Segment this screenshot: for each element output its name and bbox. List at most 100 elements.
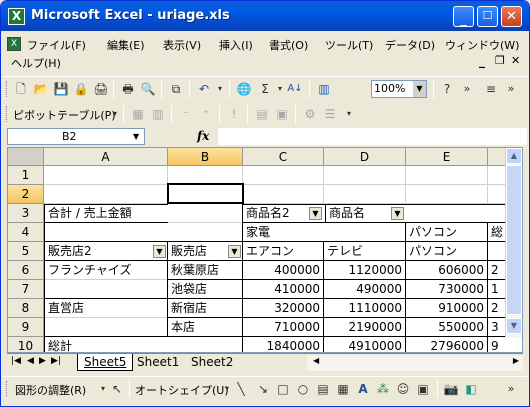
cell-f10[interactable]: 9 xyxy=(488,337,507,352)
column-header-a[interactable]: A xyxy=(44,148,168,166)
name-box[interactable]: B2 xyxy=(7,128,145,145)
cell-a3[interactable]: 合計 / 売上金額 xyxy=(45,204,167,223)
save-icon[interactable]: 💾 xyxy=(53,81,69,97)
name-box-dropdown-icon[interactable]: ▼ xyxy=(133,128,139,145)
cell-e9[interactable]: 550000 xyxy=(406,318,487,337)
horizontal-scrollbar[interactable]: ◀ ▶ xyxy=(307,355,523,371)
toolbar-options-icon[interactable]: » xyxy=(459,81,475,97)
title-bar[interactable]: X Microsoft Excel - uriage.xls _ ☐ ✕ xyxy=(1,1,529,31)
wordart-icon[interactable]: ▦ xyxy=(335,381,351,397)
scroll-up-icon[interactable]: ▲ xyxy=(506,148,522,164)
cell-e4[interactable]: パソコン xyxy=(406,223,487,242)
show-detail-icon[interactable]: ⁺ xyxy=(198,106,214,122)
doc-restore-button[interactable]: ❐ xyxy=(495,54,505,67)
cell-e10[interactable]: 2796000 xyxy=(406,337,487,352)
field-list-icon[interactable]: ☰ xyxy=(322,106,338,122)
cell-c5[interactable]: エアコン xyxy=(243,242,323,261)
zoom-dropdown-icon[interactable]: ▼ xyxy=(413,81,426,97)
copy-icon[interactable]: ⧉ xyxy=(168,81,184,97)
cell-c6[interactable]: 400000 xyxy=(243,261,323,280)
align-icon[interactable]: ≡ xyxy=(483,81,499,97)
toolbar-grip[interactable] xyxy=(6,106,9,122)
wordart-a-icon[interactable]: A xyxy=(355,381,371,397)
menu-window[interactable]: ウィンドウ(W) xyxy=(445,37,519,53)
menu-edit[interactable]: 編集(E) xyxy=(107,37,145,53)
row-header-3[interactable]: 3 xyxy=(8,204,44,223)
menu-tools[interactable]: ツール(T) xyxy=(325,37,373,53)
cell-a5[interactable]: 販売店2 xyxy=(45,242,153,261)
cell-b5[interactable]: 販売店 xyxy=(168,242,228,261)
clipart-icon[interactable]: ☺ xyxy=(395,381,411,397)
sheet-tab-sheet1[interactable]: Sheet1 xyxy=(131,354,185,371)
cell-b6[interactable]: 秋葉原店 xyxy=(168,261,242,280)
prev-sheet-icon[interactable]: ◀ xyxy=(27,356,34,366)
include-hidden-icon[interactable]: ▤ xyxy=(254,106,270,122)
preview-icon[interactable]: 🔍 xyxy=(140,81,156,97)
doc-close-button[interactable]: ✕ xyxy=(511,54,520,67)
row-header-7[interactable]: 7 xyxy=(8,280,44,299)
menu-insert[interactable]: 挿入(I) xyxy=(219,37,253,53)
print-preview-icon[interactable]: 🖨 xyxy=(93,81,109,97)
cell-c10[interactable]: 1840000 xyxy=(243,337,323,352)
select-objects-icon[interactable]: ↖ xyxy=(109,381,125,397)
close-button[interactable]: ✕ xyxy=(501,6,522,27)
shadow-icon[interactable]: 📷 xyxy=(443,381,459,397)
always-display-icon[interactable]: ▣ xyxy=(274,106,290,122)
undo-dropdown-icon[interactable]: ▾ xyxy=(212,81,228,97)
hide-detail-icon[interactable]: ⁻ xyxy=(178,106,194,122)
doc-minimize-button[interactable]: _ xyxy=(479,54,485,68)
scroll-thumb[interactable] xyxy=(506,165,522,315)
field-dropdown-icon[interactable]: ▼ xyxy=(228,245,241,258)
cell-d5[interactable]: テレビ xyxy=(324,242,405,261)
row-header-5[interactable]: 5 xyxy=(8,242,44,261)
cell-c4[interactable]: 家電 xyxy=(243,223,323,242)
vertical-scrollbar[interactable]: ▲ ▼ xyxy=(505,148,522,338)
field-dropdown-icon[interactable]: ▼ xyxy=(153,245,166,258)
sort-ascending-icon[interactable]: A↓ xyxy=(287,81,303,97)
cell-d8[interactable]: 1110000 xyxy=(324,299,405,318)
scroll-left-icon[interactable]: ◀ xyxy=(313,356,319,365)
picture-icon[interactable]: ▣ xyxy=(415,381,431,397)
autosum-dropdown-icon[interactable]: ▾ xyxy=(272,81,288,97)
insert-function-icon[interactable]: fx xyxy=(197,129,209,143)
cell-e5[interactable]: パソコン xyxy=(406,242,487,261)
cell-d10[interactable]: 4910000 xyxy=(324,337,405,352)
cell-d7[interactable]: 490000 xyxy=(324,280,405,299)
cell-e8[interactable]: 910000 xyxy=(406,299,487,318)
draw-more-icon[interactable]: » xyxy=(503,381,519,397)
autoshapes-menu[interactable]: オートシェイプ(U) xyxy=(135,382,229,398)
chart-icon[interactable]: ▥ xyxy=(150,106,166,122)
oval-icon[interactable]: ○ xyxy=(295,381,311,397)
row-header-6[interactable]: 6 xyxy=(8,261,44,280)
field-dropdown-icon[interactable]: ▼ xyxy=(391,207,404,220)
column-header-d[interactable]: D xyxy=(324,148,406,166)
diagram-icon[interactable]: ⁂ xyxy=(375,381,391,397)
3d-icon[interactable]: ◧ xyxy=(463,381,479,397)
menu-view[interactable]: 表示(V) xyxy=(163,37,201,53)
undo-icon[interactable]: ↶ xyxy=(196,81,212,97)
help-icon[interactable]: ? xyxy=(439,81,455,97)
worksheet-grid[interactable]: A B C D E 1 2 3 4 5 6 7 8 9 10 11 xyxy=(7,147,523,353)
row-header-9[interactable]: 9 xyxy=(8,318,44,337)
pivot-more-icon[interactable]: ▾ xyxy=(341,106,357,122)
excel-app-icon[interactable]: X xyxy=(8,8,25,25)
cell-c7[interactable]: 410000 xyxy=(243,280,323,299)
minimize-button[interactable]: _ xyxy=(453,6,474,27)
cell-e7[interactable]: 730000 xyxy=(406,280,487,299)
menu-help[interactable]: ヘルプ(H) xyxy=(11,55,61,71)
chart-wizard-icon[interactable]: ▥ xyxy=(316,81,332,97)
column-header-e[interactable]: E xyxy=(406,148,488,166)
row-header-8[interactable]: 8 xyxy=(8,299,44,318)
autosum-icon[interactable]: Σ xyxy=(257,81,273,97)
cell-b9[interactable]: 本店 xyxy=(168,318,242,337)
sheet-tab-sheet5[interactable]: Sheet5 xyxy=(77,354,134,371)
cell-b8[interactable]: 新宿店 xyxy=(168,299,242,318)
field-settings-icon[interactable]: ⚙ xyxy=(302,106,318,122)
cell-c9[interactable]: 710000 xyxy=(243,318,323,337)
hyperlink-icon[interactable]: 🌐 xyxy=(236,81,252,97)
cell-a8[interactable]: 直営店 xyxy=(45,299,167,318)
select-all-corner[interactable] xyxy=(8,148,44,166)
cell-c8[interactable]: 320000 xyxy=(243,299,323,318)
cell-d3[interactable]: 商品名 xyxy=(326,204,390,223)
formula-input[interactable] xyxy=(218,128,527,145)
